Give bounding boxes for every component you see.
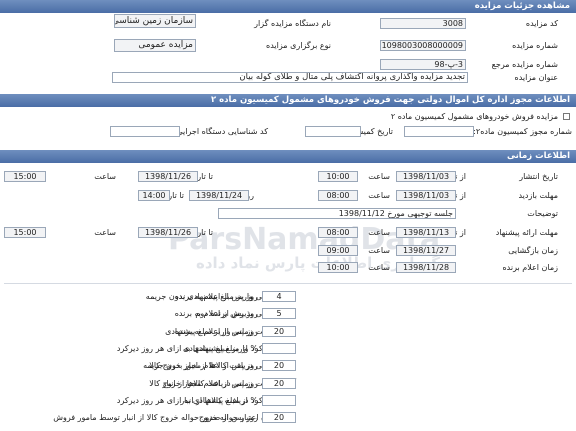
auction-code-field: 3008 [380,18,466,29]
holding-type-field: مزایده عمومی [114,39,196,52]
rule-unit: % از مبلغ پیشنهادی به ازای هر روز دیرکرد [116,395,258,405]
description-field: جلسه توجیهی مورخ 1398/11/12 [218,208,456,219]
rule-value-field [262,342,296,354]
exec-id-field[interactable] [110,126,180,137]
ref-number-field: 3-پ-98 [380,59,466,70]
visit-label: مهلت بازدید [518,191,558,200]
exec-id-label: کد شناسایی دستگاه اجرایی [176,127,268,136]
publish-time-label: ساعت [368,172,390,181]
visit-to-field: 1398/11/24 [189,190,249,201]
rule-value-field: 20 [262,377,296,389]
publish-end-time-label: ساعت [94,172,116,181]
auction-title-field: تجدید مزایده واگذاری پروانه اکتشاف پلی م… [112,72,468,83]
submit-end-time-label: ساعت [94,228,116,237]
rule-unit: % از مبلغ پیشنهادی به ازای هر روز دیرکرد [116,343,258,353]
permit-number-label: شماره مجوز کمیسیون ماده۲: [473,127,572,136]
rule-value-field [262,394,296,406]
submit-from-field: 1398/11/13 [396,227,456,238]
announce-time-label: ساعت [368,263,390,272]
visit-time-from-field: 08:00 [318,190,358,201]
vehicle-sale-checkbox[interactable] [563,113,570,120]
publish-end-time-field: 15:00 [4,171,46,182]
publish-to-field: 1398/11/26 [138,171,198,182]
commission-date-field[interactable] [305,126,361,137]
description-label: توضیحات [527,209,558,218]
visit-time-to-field: 14:00 [138,190,170,201]
submit-to-time-field: 08:00 [318,227,358,238]
rule-value-field: 20 [262,360,296,372]
timing-section-header: اطلاعات زمانی [0,150,576,163]
rule-value-field: 20 [262,412,296,424]
permit-section-header: اطلاعات مجوز اداره کل اموال دولتی جهت فر… [0,94,576,107]
rule-unit: روز پس از اعلام مجوز خروج کالا [149,378,258,388]
rule-unit: روز پس از اعلام به برنده [174,326,258,336]
submit-to-field: 1398/11/26 [138,227,198,238]
vehicle-sale-checkbox-label: مزایده فروش خودروهای مشمول کمیسیون ماده … [390,112,558,121]
page-header: مشاهده جزئیات مزایده [0,0,576,13]
rule-unit: روز پس از اعلام به برنده [174,309,258,319]
ref-number-label: شماره مزایده مرجع [491,60,558,69]
rule-value-field: 5 [262,308,296,320]
rule-unit: روز پس از صدور حواله خروج کالا از انبار … [53,413,258,423]
publish-from-field: 1398/11/03 [396,171,456,182]
divider [4,283,572,284]
auction-code-label: کد مزایده [525,19,558,28]
auction-title-label: عنوان مزایده [514,73,559,82]
rule-value-field: 20 [262,325,296,337]
visit-time-label: ساعت [368,191,390,200]
opening-date-field: 1398/11/27 [396,245,456,256]
rule-unit: روز پس از اعلام به برنده [174,292,258,301]
announce-date-field: 1398/11/28 [396,262,456,273]
rule-unit: روز پس از اعلام مجوز خروج کالا [149,361,258,371]
holding-type-label: نوع برگزاری مزایده [266,41,331,50]
visit-from-field: 1398/11/03 [396,190,456,201]
device-name-field: سازمان زمین شناسی و اکتشافات معدنی کشور [114,14,196,28]
announce-label: زمان اعلام برنده [502,263,558,272]
submit-end-time-field: 15:00 [4,227,46,238]
auction-number-label: شماره مزایده [512,41,558,50]
publish-label: تاریخ انتشار [519,172,558,181]
opening-label: زمان بازگشایی [508,246,558,255]
opening-time-field: 09:00 [318,245,358,256]
announce-time-field: 10:00 [318,262,358,273]
opening-time-label: ساعت [368,246,390,255]
submit-label: مهلت ارائه پیشنهاد [495,228,558,237]
device-name-label: نام دستگاه مزایده گزار [254,19,331,28]
permit-number-field[interactable] [404,126,474,137]
submit-time-label: ساعت [368,228,390,237]
auction-number-field: 1098003008000009 [380,40,466,51]
publish-to-time-field: 10:00 [318,171,358,182]
rule-value-field: 4 [262,291,296,302]
